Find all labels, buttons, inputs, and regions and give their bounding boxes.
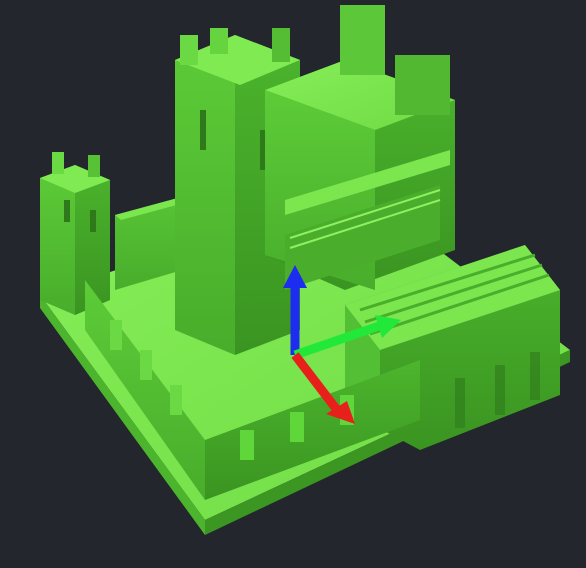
upper-hall (265, 5, 455, 290)
3d-viewport[interactable] (0, 0, 586, 568)
left-tower (40, 152, 110, 315)
voxel-castle-render (40, 5, 570, 535)
